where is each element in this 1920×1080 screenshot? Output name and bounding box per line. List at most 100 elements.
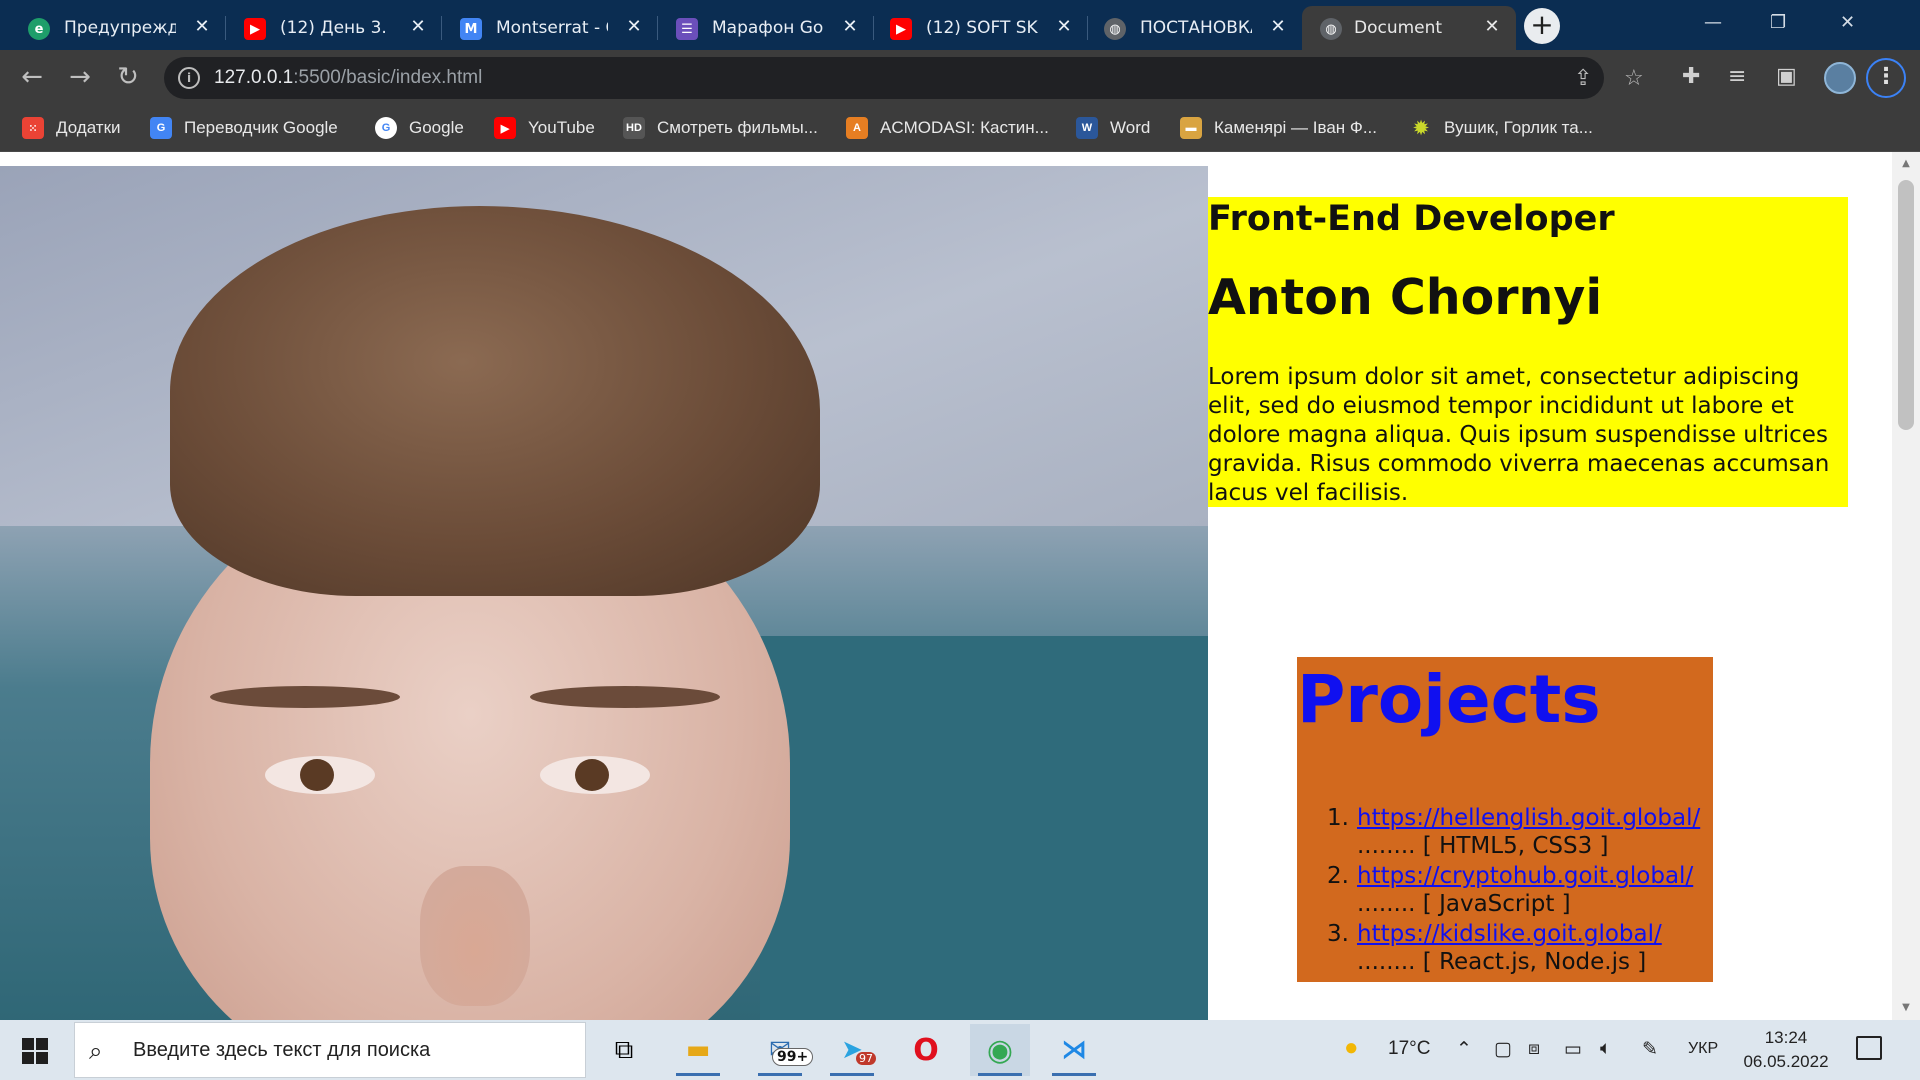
security-icon[interactable]: ⧈	[1528, 1038, 1540, 1060]
windows-start-icon[interactable]	[22, 1038, 48, 1064]
sun-icon: ✹	[1410, 117, 1432, 139]
clock-time: 13:24	[1764, 1028, 1808, 1047]
taskbar-clock[interactable]: 13:24 06.05.2022	[1738, 1026, 1834, 1074]
running-indicator	[676, 1073, 720, 1076]
clock-date: 06.05.2022	[1743, 1052, 1829, 1071]
browser-tab[interactable]: e Предупрежде ✕	[0, 6, 226, 50]
running-indicator	[978, 1073, 1022, 1076]
chevron-up-icon[interactable]: ⌃	[1456, 1038, 1472, 1061]
bookmark-vushyk[interactable]: ✹ Вушик, Горлик та...	[1410, 116, 1593, 140]
profile-avatar[interactable]	[1824, 62, 1856, 94]
project-number: 2.	[1327, 863, 1349, 889]
opera-icon[interactable]: O	[896, 1024, 956, 1076]
youtube-icon: ▶	[244, 18, 266, 40]
folder-icon: ▬	[1180, 117, 1202, 139]
star-icon[interactable]: ☆	[1624, 66, 1644, 91]
close-icon[interactable]: ✕	[192, 16, 212, 38]
telegram-icon[interactable]: ➤ 97	[822, 1024, 882, 1076]
bookmark-apps[interactable]: ⁙ Додатки	[22, 116, 121, 140]
project-link[interactable]: https://kidslike.goit.global/	[1357, 921, 1662, 947]
pen-icon[interactable]: ✎	[1642, 1038, 1658, 1061]
close-icon[interactable]: ✕	[624, 16, 644, 38]
media-icon[interactable]: ≡	[1728, 64, 1746, 89]
info-icon[interactable]: i	[178, 67, 200, 89]
side-panel-icon[interactable]: ▣	[1776, 64, 1797, 89]
browser-tab[interactable]: M Montserrat - G ✕	[432, 6, 658, 50]
tab-label: Montserrat - G	[496, 18, 608, 38]
close-icon[interactable]: ✕	[1482, 16, 1502, 38]
bookmark-label: Додатки	[56, 118, 121, 137]
project-number: 3.	[1327, 921, 1349, 947]
close-icon[interactable]: ✕	[1268, 16, 1288, 38]
projects-heading: Projects	[1297, 661, 1601, 738]
bookmark-films[interactable]: HD Смотреть фильмы...	[623, 116, 818, 140]
bookmarks-bar: ⁙ Додатки G Переводчик Google G Google ▶…	[0, 106, 1920, 152]
browser-tab[interactable]: ▶ (12) SOFT SKILL ✕	[862, 6, 1088, 50]
projects-section: Projects 1. https://hellenglish.goit.glo…	[1297, 657, 1713, 982]
back-icon[interactable]: ←	[16, 62, 48, 94]
volume-icon[interactable]: 🔈︎	[1600, 1038, 1611, 1060]
hd-icon: HD	[623, 117, 645, 139]
photo-brow-right	[530, 686, 720, 708]
bookmark-translate[interactable]: G Переводчик Google	[150, 116, 338, 140]
url-host: 127.0.0.1	[214, 67, 294, 88]
close-icon[interactable]: ✕	[408, 16, 428, 38]
search-icon: ⌕	[89, 1037, 103, 1065]
forms-icon: ☰	[676, 18, 698, 40]
language-indicator[interactable]: УКР	[1688, 1040, 1718, 1058]
vscode-icon[interactable]: ⋊	[1044, 1024, 1104, 1076]
bookmark-label: Google	[409, 118, 464, 137]
project-link[interactable]: https://cryptohub.goit.global/	[1357, 863, 1693, 889]
reload-icon[interactable]: ↻	[112, 62, 144, 94]
bookmark-youtube[interactable]: ▶ YouTube	[494, 116, 595, 140]
browser-tab[interactable]: ▶ (12) День 3. Ст ✕	[216, 6, 442, 50]
bookmark-word[interactable]: W Word	[1076, 116, 1150, 140]
meet-icon[interactable]: ▢	[1494, 1038, 1512, 1061]
scrollbar-thumb[interactable]	[1898, 180, 1914, 430]
scroll-up-icon[interactable]: ▲	[1900, 158, 1912, 169]
bookmark-label: Вушик, Горлик та...	[1444, 118, 1593, 137]
close-icon[interactable]: ✕	[840, 16, 860, 38]
task-view-icon[interactable]: ⧉	[594, 1024, 654, 1076]
bookmark-acmodasi[interactable]: A ACMODASI: Кастин...	[846, 116, 1049, 140]
page-viewport: Front-End Developer Anton Chornyi Lorem …	[0, 152, 1920, 1020]
battery-icon[interactable]: ▭	[1564, 1038, 1582, 1061]
minimize-icon[interactable]: —	[1704, 12, 1722, 33]
tab-label: (12) День 3. Ст	[280, 18, 392, 38]
forward-icon[interactable]: →	[64, 62, 96, 94]
browser-tab[interactable]: ◍ ПОСТАНОВКА ✕	[1076, 6, 1302, 50]
scroll-down-icon[interactable]: ▼	[1900, 1002, 1912, 1013]
photo-iris	[300, 759, 334, 791]
url-text[interactable]: 127.0.0.1:5500/basic/index.html	[214, 67, 482, 89]
close-icon[interactable]: ✕	[1054, 16, 1074, 38]
project-link[interactable]: https://hellenglish.goit.global/	[1357, 805, 1700, 831]
person-name: Anton Chornyi	[1208, 269, 1603, 326]
extensions-icon[interactable]: ✚	[1682, 64, 1700, 89]
share-icon[interactable]: ⇪	[1574, 66, 1592, 91]
notifications-icon[interactable]	[1856, 1036, 1882, 1060]
weather-temperature[interactable]: 17°C	[1388, 1038, 1430, 1060]
window-close-icon[interactable]: ✕	[1840, 12, 1855, 33]
mail-icon[interactable]: ✉99+	[750, 1024, 814, 1076]
bio-paragraph: Lorem ipsum dolor sit amet, consectetur …	[1208, 364, 1830, 506]
bookmark-kameniari[interactable]: ▬ Каменярі — Іван Ф...	[1180, 116, 1377, 140]
bookmark-label: ACMODASI: Кастин...	[880, 118, 1049, 137]
weather-icon[interactable]: ●	[1344, 1034, 1359, 1062]
taskbar-search[interactable]: ⌕ Введите здесь текст для поиска	[74, 1022, 586, 1078]
photo-brow-left	[210, 686, 400, 708]
maximize-icon[interactable]: ❐	[1770, 12, 1786, 33]
chrome-icon[interactable]: ◉	[970, 1024, 1030, 1076]
google-fonts-icon: M	[460, 18, 482, 40]
projects-list: 1. https://hellenglish.goit.global/ ....…	[1297, 805, 1713, 979]
browser-tab-active[interactable]: ◍ Document ✕	[1302, 6, 1516, 50]
bookmark-google[interactable]: G Google	[375, 116, 464, 140]
file-explorer-icon[interactable]: ▬	[668, 1024, 728, 1076]
photo-eye-right	[540, 756, 650, 794]
tab-label: ПОСТАНОВКА	[1140, 18, 1252, 38]
new-tab-button[interactable]: +	[1524, 8, 1560, 44]
address-bar[interactable]: i 127.0.0.1:5500/basic/index.html ⇪ ☆	[164, 57, 1644, 99]
menu-icon[interactable]: ⋮	[1866, 58, 1906, 98]
tab-label: Марафон GoIT	[712, 18, 824, 38]
page-scrollbar[interactable]: ▲ ▼	[1892, 152, 1920, 1020]
browser-tab[interactable]: ☰ Марафон GoIT ✕	[648, 6, 874, 50]
